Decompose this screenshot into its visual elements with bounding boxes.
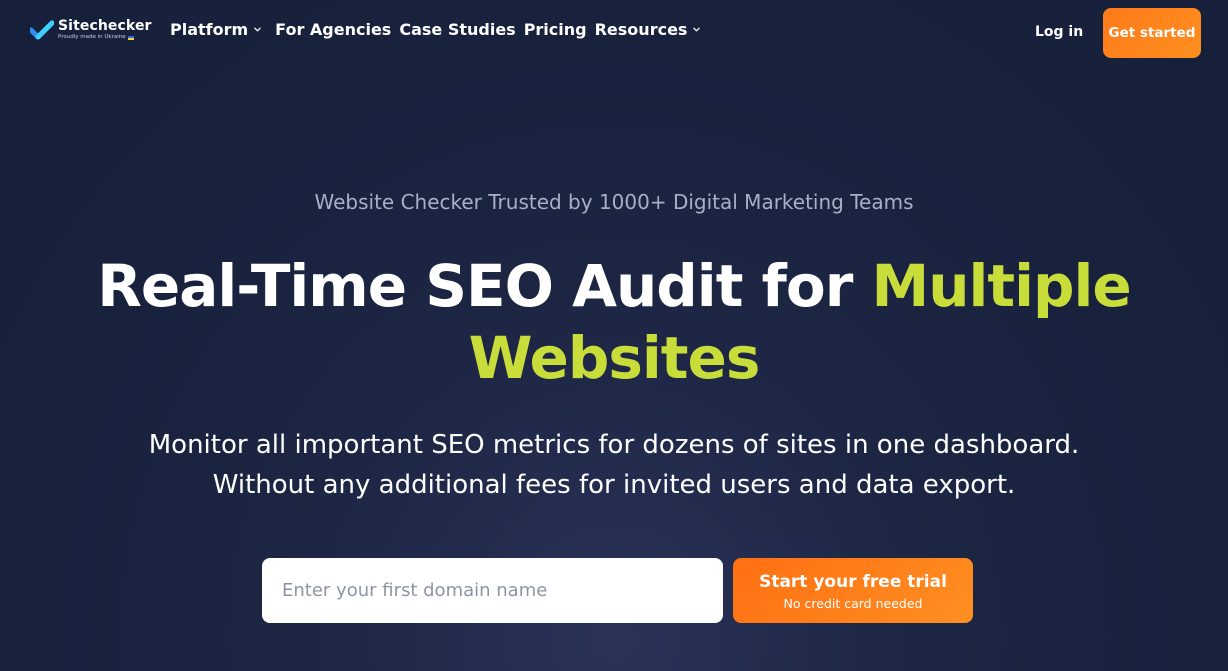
nav-item-platform[interactable]: Platform <box>170 20 261 39</box>
logo-tagline: Proudly made in Ukraine <box>58 34 152 41</box>
main-nav: Platform For Agencies Case Studies Prici… <box>170 20 714 39</box>
chevron-down-icon <box>254 27 261 31</box>
trial-button-sublabel: No credit card needed <box>783 595 923 611</box>
hero-headline: Real-Time SEO Audit for Multiple Website… <box>60 250 1168 394</box>
headline-plain: Real-Time SEO Audit for <box>97 252 872 320</box>
nav-item-case-studies[interactable]: Case Studies <box>399 20 515 39</box>
nav-item-resources[interactable]: Resources <box>595 20 701 39</box>
hero-subtitle: Monitor all important SEO metrics for do… <box>60 425 1168 505</box>
start-free-trial-button[interactable]: Start your free trial No credit card nee… <box>733 558 973 623</box>
trial-button-label: Start your free trial <box>759 571 947 592</box>
subtitle-line-2: Without any additional fees for invited … <box>212 470 1016 500</box>
sitechecker-logo-icon <box>30 20 54 40</box>
ukraine-flag-icon <box>127 35 134 40</box>
hero-kicker: Website Checker Trusted by 1000+ Digital… <box>314 190 914 214</box>
chevron-down-icon <box>693 27 701 31</box>
site-header: Sitechecker Proudly made in Ukraine Plat… <box>0 0 1228 66</box>
subtitle-line-1: Monitor all important SEO metrics for do… <box>148 430 1080 460</box>
get-started-button[interactable]: Get started <box>1103 8 1201 58</box>
domain-input[interactable] <box>262 558 723 623</box>
nav-item-for-agencies[interactable]: For Agencies <box>275 20 391 39</box>
login-link[interactable]: Log in <box>1035 24 1083 40</box>
nav-item-pricing[interactable]: Pricing <box>524 20 587 39</box>
logo-name: Sitechecker <box>58 18 152 34</box>
sitechecker-logo[interactable]: Sitechecker Proudly made in Ukraine <box>30 19 152 41</box>
